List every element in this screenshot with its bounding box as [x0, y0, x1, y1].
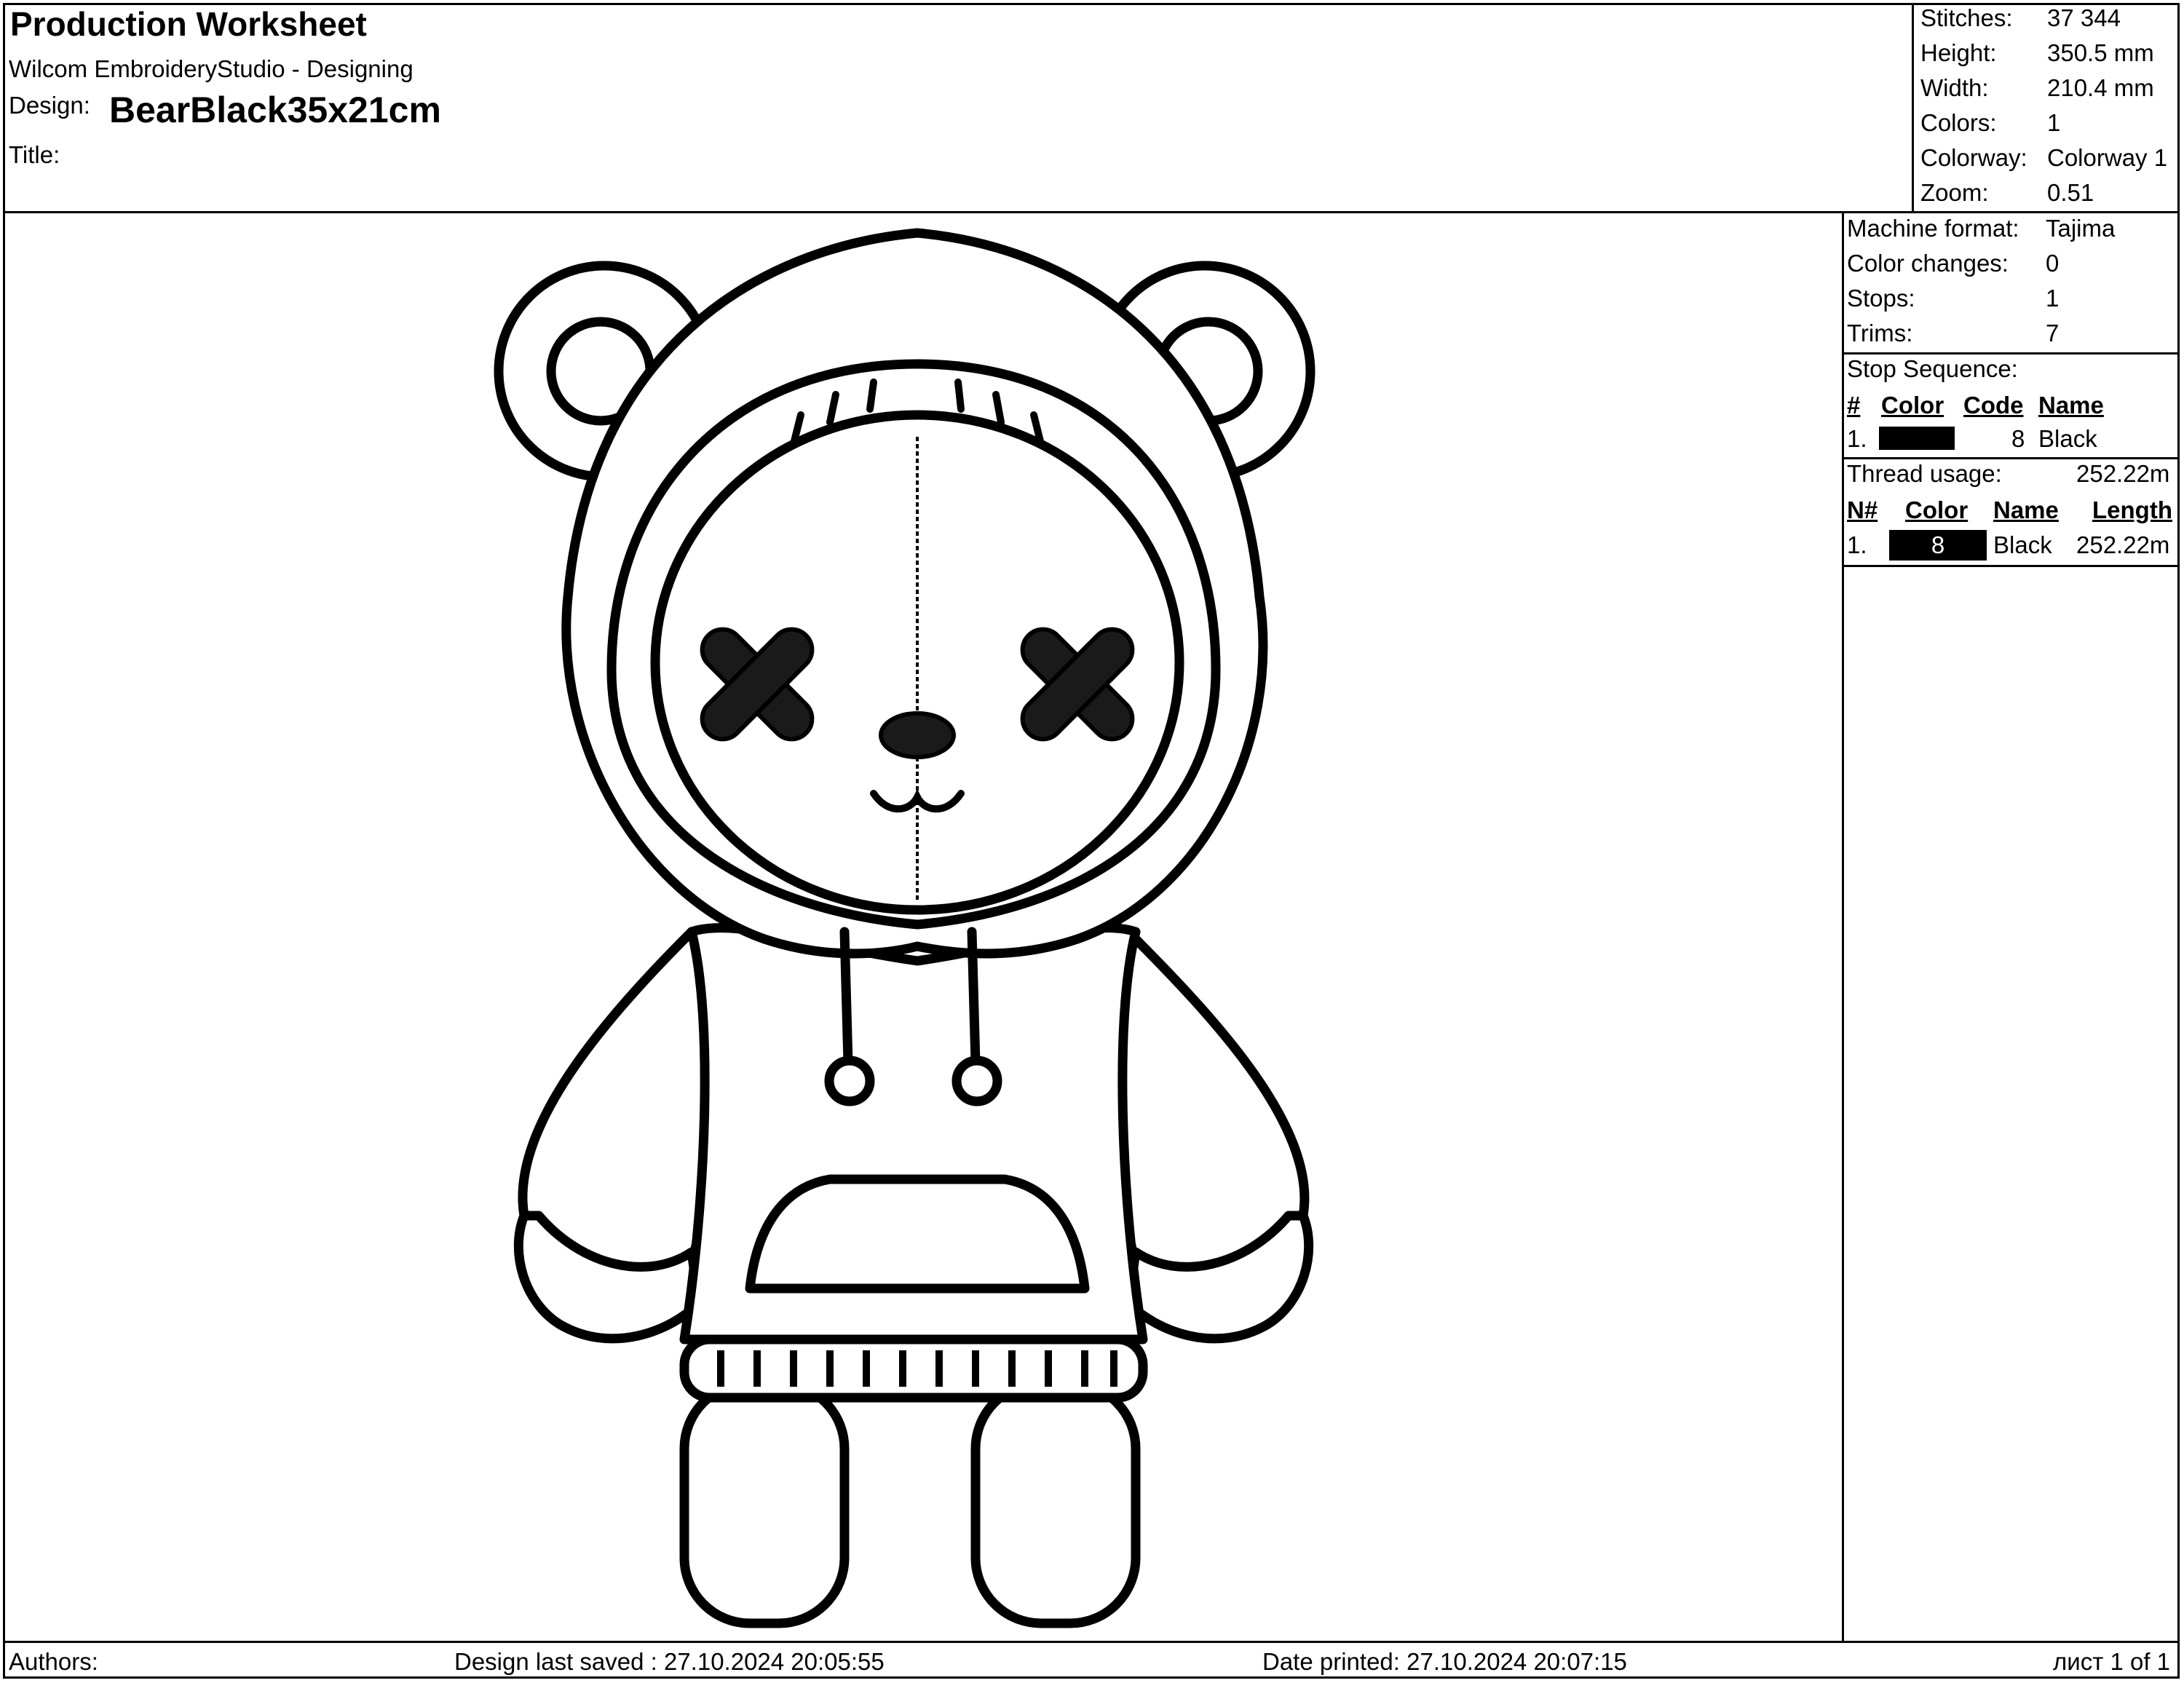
machine-format-value: Tajima [2046, 215, 2116, 242]
stitches-label: Stitches: [1920, 4, 2013, 31]
right-leg [970, 1378, 1141, 1628]
left-drawstring [839, 927, 853, 1068]
thread-row-num: 1. [1847, 531, 1867, 558]
trims-value: 7 [2046, 320, 2060, 346]
embroidery-design-preview [494, 228, 1315, 1628]
worksheet-title: Production Worksheet [10, 5, 367, 43]
width-value: 210.4 mm [2047, 74, 2154, 101]
zoom-label: Zoom: [1920, 179, 1989, 206]
colorway-value: Colorway 1 [2047, 144, 2168, 171]
stop-row-color-swatch [1879, 427, 1955, 450]
right-drawstring-tip [951, 1056, 1002, 1106]
stops-label: Stops: [1847, 285, 1915, 312]
stop-col-code: Code [1963, 392, 2024, 419]
bear-nose [879, 711, 956, 759]
left-drawstring-tip [824, 1056, 875, 1106]
stop-row-code: 8 [2011, 425, 2025, 452]
height-label: Height: [1920, 39, 1997, 66]
title-label: Title: [9, 141, 60, 168]
right-drawstring [967, 927, 981, 1068]
thread-usage-divider [1842, 457, 2180, 459]
stop-sequence-divider [1842, 352, 2180, 355]
thread-usage-bottom-divider [1842, 565, 2180, 567]
app-name: Wilcom EmbroideryStudio - Designing [9, 55, 414, 82]
thread-usage-label: Thread usage: [1847, 460, 2002, 487]
stitches-value: 37 344 [2047, 4, 2121, 31]
thread-row-length: 252.22m [2076, 531, 2170, 558]
header-divider [3, 211, 2180, 213]
footer-last-saved: Design last saved : 27.10.2024 20:05:55 [454, 1648, 885, 1675]
color-changes-value: 0 [2046, 250, 2060, 277]
thread-usage-total: 252.22m [2076, 460, 2170, 487]
machine-format-label: Machine format: [1847, 215, 2019, 242]
colors-value: 1 [2047, 109, 2061, 136]
trims-label: Trims: [1847, 320, 1913, 346]
left-leg [679, 1378, 850, 1628]
thread-row-name: Black [1993, 531, 2052, 558]
info-panel-divider [1842, 211, 1844, 1642]
hoodie-waistband [679, 1334, 1148, 1403]
colorway-label: Colorway: [1920, 144, 2027, 171]
stop-col-color: Color [1881, 392, 1944, 419]
stops-value: 1 [2046, 285, 2060, 312]
kangaroo-pocket [745, 1174, 1090, 1294]
colors-label: Colors: [1920, 109, 1997, 136]
stop-sequence-label: Stop Sequence: [1847, 355, 2018, 382]
footer-authors: Authors: [9, 1648, 98, 1675]
design-label: Design: [9, 92, 90, 119]
color-changes-label: Color changes: [1847, 250, 2009, 277]
summary-divider [1912, 3, 1914, 213]
thread-col-name: Name [1993, 496, 2059, 523]
height-value: 350.5 mm [2047, 39, 2154, 66]
stop-col-name: Name [2038, 392, 2104, 419]
stop-col-num: # [1847, 392, 1861, 419]
footer-date-printed: Date printed: 27.10.2024 20:07:15 [1262, 1648, 1627, 1675]
stop-row-num: 1. [1847, 425, 1867, 452]
thread-col-num: N# [1847, 496, 1878, 523]
zoom-value: 0.51 [2047, 179, 2094, 206]
thread-col-color: Color [1905, 496, 1969, 523]
width-label: Width: [1920, 74, 1989, 101]
thread-row-code: 8 [1931, 531, 1945, 558]
design-name: BearBlack35x21cm [109, 90, 441, 130]
stop-row-name: Black [2038, 425, 2097, 452]
thread-col-length: Length [2092, 496, 2172, 523]
footer-page-number: лист 1 of 1 [2053, 1648, 2171, 1675]
